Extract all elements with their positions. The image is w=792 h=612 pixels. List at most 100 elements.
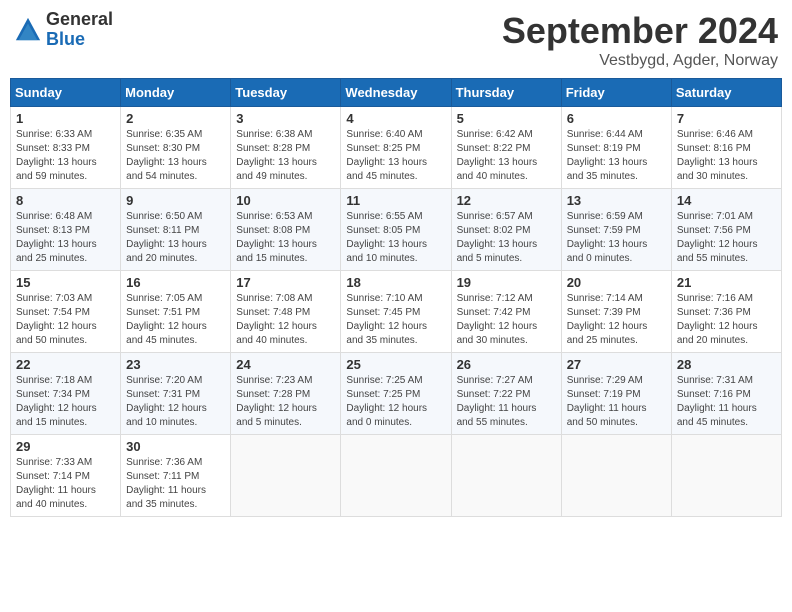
day-info: Sunrise: 6:48 AM Sunset: 8:13 PM Dayligh…: [16, 210, 115, 266]
calendar-cell: 15 Sunrise: 7:03 AM Sunset: 7:54 PM Dayli…: [11, 271, 121, 353]
calendar-week-row: 22 Sunrise: 7:18 AM Sunset: 7:34 PM Dayli…: [11, 353, 782, 435]
day-info: Sunrise: 7:14 AM Sunset: 7:39 PM Dayligh…: [567, 292, 666, 348]
calendar-cell: 27Sunrise: 7:29 AM Sunset: 7:19 PM Dayli…: [561, 353, 671, 435]
calendar-cell: 14 Sunrise: 7:01 AM Sunset: 7:56 PM Dayli…: [671, 189, 781, 271]
day-number: 5: [457, 111, 556, 126]
calendar-cell: 5 Sunrise: 6:42 AM Sunset: 8:22 PM Daylig…: [451, 107, 561, 189]
calendar-cell: 4Sunrise: 6:40 AM Sunset: 8:25 PM Daylig…: [341, 107, 451, 189]
day-number: 1: [16, 111, 115, 126]
calendar-week-row: 15 Sunrise: 7:03 AM Sunset: 7:54 PM Dayli…: [11, 271, 782, 353]
day-number: 7: [677, 111, 776, 126]
day-number: 22: [16, 357, 115, 372]
location: Vestbygd, Agder, Norway: [502, 52, 778, 70]
day-info: Sunrise: 6:53 AM Sunset: 8:08 PM Dayligh…: [236, 210, 335, 266]
day-number: 14: [677, 193, 776, 208]
day-number: 30: [126, 439, 225, 454]
day-info: Sunrise: 7:12 AM Sunset: 7:42 PM Dayligh…: [457, 292, 556, 348]
month-title: September 2024: [502, 10, 778, 52]
calendar-cell: 21 Sunrise: 7:16 AM Sunset: 7:36 PM Dayli…: [671, 271, 781, 353]
calendar-cell: 13 Sunrise: 6:59 AM Sunset: 7:59 PM Dayli…: [561, 189, 671, 271]
day-info: Sunrise: 6:33 AM Sunset: 8:33 PM Dayligh…: [16, 128, 115, 184]
calendar-cell: 29 Sunrise: 7:33 AM Sunset: 7:14 PM Dayli…: [11, 435, 121, 517]
calendar-cell: 17 Sunrise: 7:08 AM Sunset: 7:48 PM Dayli…: [231, 271, 341, 353]
day-number: 10: [236, 193, 335, 208]
calendar-cell: 7Sunrise: 6:46 AM Sunset: 8:16 PM Daylig…: [671, 107, 781, 189]
calendar-cell: [561, 435, 671, 517]
day-info: Sunrise: 6:59 AM Sunset: 7:59 PM Dayligh…: [567, 210, 666, 266]
day-number: 23: [126, 357, 225, 372]
day-info: Sunrise: 6:57 AM Sunset: 8:02 PM Dayligh…: [457, 210, 556, 266]
calendar-cell: 19 Sunrise: 7:12 AM Sunset: 7:42 PM Dayli…: [451, 271, 561, 353]
day-info: Sunrise: 7:16 AM Sunset: 7:36 PM Dayligh…: [677, 292, 776, 348]
day-info: Sunrise: 6:38 AM Sunset: 8:28 PM Dayligh…: [236, 128, 335, 184]
calendar-cell: [341, 435, 451, 517]
logo-icon: [14, 16, 42, 44]
day-number: 29: [16, 439, 115, 454]
day-info: Sunrise: 7:10 AM Sunset: 7:45 PM Dayligh…: [346, 292, 445, 348]
day-number: 16: [126, 275, 225, 290]
day-number: 28: [677, 357, 776, 372]
day-info: Sunrise: 7:08 AM Sunset: 7:48 PM Dayligh…: [236, 292, 335, 348]
day-number: 19: [457, 275, 556, 290]
calendar-cell: 9 Sunrise: 6:50 AM Sunset: 8:11 PM Daylig…: [121, 189, 231, 271]
day-number: 21: [677, 275, 776, 290]
calendar-cell: [451, 435, 561, 517]
calendar-cell: [231, 435, 341, 517]
calendar-cell: 6 Sunrise: 6:44 AM Sunset: 8:19 PM Daylig…: [561, 107, 671, 189]
day-info: Sunrise: 7:05 AM Sunset: 7:51 PM Dayligh…: [126, 292, 225, 348]
logo-blue: Blue: [46, 30, 113, 50]
calendar-cell: 16 Sunrise: 7:05 AM Sunset: 7:51 PM Dayli…: [121, 271, 231, 353]
day-info: Sunrise: 7:18 AM Sunset: 7:34 PM Dayligh…: [16, 374, 115, 430]
day-info: Sunrise: 7:23 AM Sunset: 7:28 PM Dayligh…: [236, 374, 335, 430]
day-header-sunday: Sunday: [11, 79, 121, 107]
day-number: 27: [567, 357, 666, 372]
day-number: 17: [236, 275, 335, 290]
day-number: 18: [346, 275, 445, 290]
calendar-week-row: 8 Sunrise: 6:48 AM Sunset: 8:13 PM Daylig…: [11, 189, 782, 271]
day-info: Sunrise: 7:01 AM Sunset: 7:56 PM Dayligh…: [677, 210, 776, 266]
calendar-cell: 23 Sunrise: 7:20 AM Sunset: 7:31 PM Dayli…: [121, 353, 231, 435]
day-number: 15: [16, 275, 115, 290]
day-number: 26: [457, 357, 556, 372]
day-number: 20: [567, 275, 666, 290]
calendar-cell: 22 Sunrise: 7:18 AM Sunset: 7:34 PM Dayli…: [11, 353, 121, 435]
day-info: Sunrise: 6:42 AM Sunset: 8:22 PM Dayligh…: [457, 128, 556, 184]
calendar-cell: 11 Sunrise: 6:55 AM Sunset: 8:05 PM Dayli…: [341, 189, 451, 271]
title-block: September 2024 Vestbygd, Agder, Norway: [502, 10, 778, 70]
day-header-monday: Monday: [121, 79, 231, 107]
day-number: 8: [16, 193, 115, 208]
day-info: Sunrise: 7:33 AM Sunset: 7:14 PM Dayligh…: [16, 456, 115, 512]
day-info: Sunrise: 7:03 AM Sunset: 7:54 PM Dayligh…: [16, 292, 115, 348]
calendar-cell: 30Sunrise: 7:36 AM Sunset: 7:11 PM Dayli…: [121, 435, 231, 517]
calendar-cell: [671, 435, 781, 517]
day-info: Sunrise: 6:55 AM Sunset: 8:05 PM Dayligh…: [346, 210, 445, 266]
calendar-cell: 24Sunrise: 7:23 AM Sunset: 7:28 PM Dayli…: [231, 353, 341, 435]
day-info: Sunrise: 6:35 AM Sunset: 8:30 PM Dayligh…: [126, 128, 225, 184]
day-info: Sunrise: 7:20 AM Sunset: 7:31 PM Dayligh…: [126, 374, 225, 430]
day-number: 13: [567, 193, 666, 208]
calendar-cell: 20 Sunrise: 7:14 AM Sunset: 7:39 PM Dayli…: [561, 271, 671, 353]
calendar-cell: 8 Sunrise: 6:48 AM Sunset: 8:13 PM Daylig…: [11, 189, 121, 271]
day-number: 25: [346, 357, 445, 372]
day-number: 11: [346, 193, 445, 208]
logo: General Blue: [14, 10, 113, 50]
day-header-friday: Friday: [561, 79, 671, 107]
day-header-thursday: Thursday: [451, 79, 561, 107]
day-number: 9: [126, 193, 225, 208]
calendar-cell: 10 Sunrise: 6:53 AM Sunset: 8:08 PM Dayli…: [231, 189, 341, 271]
calendar-header-row: SundayMondayTuesdayWednesdayThursdayFrid…: [11, 79, 782, 107]
day-number: 2: [126, 111, 225, 126]
calendar-cell: 28 Sunrise: 7:31 AM Sunset: 7:16 PM Dayli…: [671, 353, 781, 435]
calendar-cell: 3 Sunrise: 6:38 AM Sunset: 8:28 PM Daylig…: [231, 107, 341, 189]
calendar-week-row: 29 Sunrise: 7:33 AM Sunset: 7:14 PM Dayli…: [11, 435, 782, 517]
day-info: Sunrise: 6:50 AM Sunset: 8:11 PM Dayligh…: [126, 210, 225, 266]
day-header-saturday: Saturday: [671, 79, 781, 107]
logo-text: General Blue: [46, 10, 113, 50]
calendar-cell: 2 Sunrise: 6:35 AM Sunset: 8:30 PM Daylig…: [121, 107, 231, 189]
day-info: Sunrise: 7:31 AM Sunset: 7:16 PM Dayligh…: [677, 374, 776, 430]
logo-general: General: [46, 10, 113, 30]
calendar-table: SundayMondayTuesdayWednesdayThursdayFrid…: [10, 78, 782, 517]
day-number: 3: [236, 111, 335, 126]
day-number: 6: [567, 111, 666, 126]
day-info: Sunrise: 6:44 AM Sunset: 8:19 PM Dayligh…: [567, 128, 666, 184]
